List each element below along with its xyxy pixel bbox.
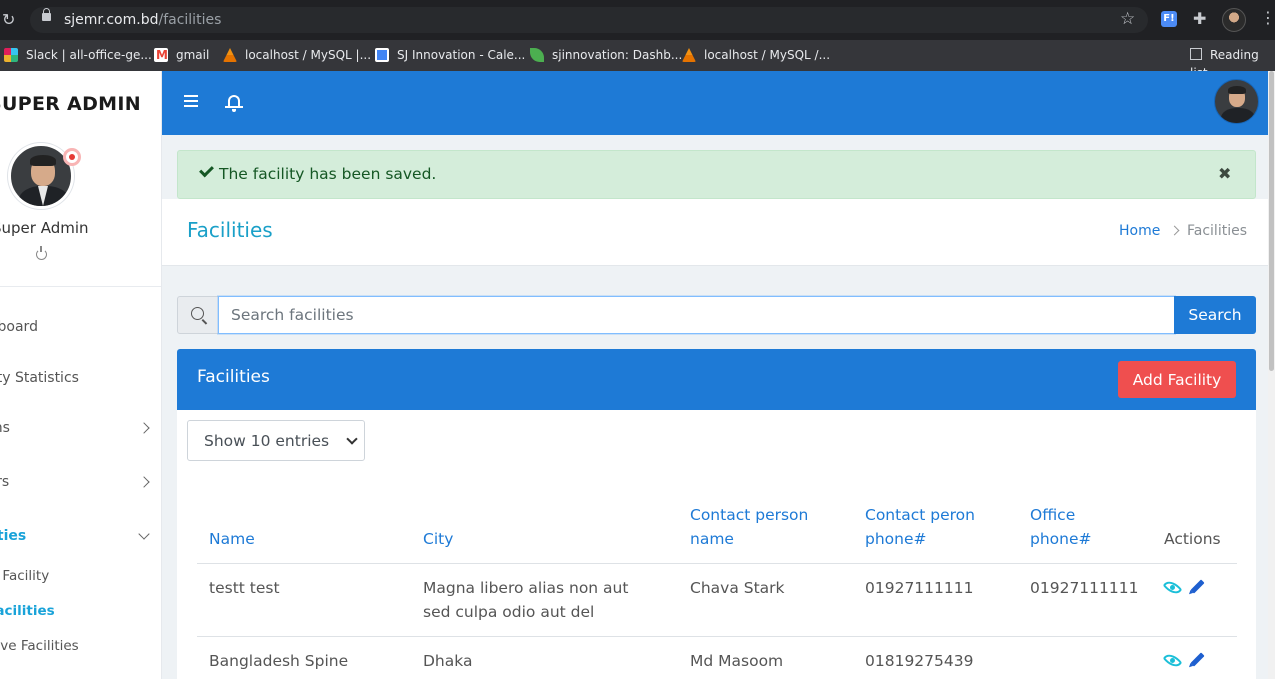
- bookmark-mysql-2[interactable]: localhost / MySQL /...: [682, 46, 830, 64]
- reading-list-icon: [1190, 48, 1202, 60]
- calendar-icon: [375, 48, 389, 62]
- success-alert: The facility has been saved. ✖: [177, 150, 1256, 199]
- reload-icon[interactable]: ↻: [2, 10, 15, 30]
- page-header: Facilities Home Facilities: [162, 199, 1275, 266]
- search-input[interactable]: [218, 296, 1175, 334]
- breadcrumb-separator-icon: [1169, 225, 1180, 236]
- sidebar-user-name: Super Admin: [0, 219, 89, 237]
- cell-contact-person: Md Masoom: [690, 652, 784, 670]
- phpmyadmin-icon: [682, 48, 696, 62]
- extension-icon[interactable]: F!: [1161, 11, 1177, 27]
- cell-office-phone: 01927111111: [1030, 579, 1139, 597]
- bookmark-gmail[interactable]: gmail: [154, 46, 209, 64]
- chevron-right-icon: [138, 422, 150, 434]
- alert-message: The facility has been saved.: [219, 165, 437, 183]
- facilities-card-header: Facilities Add Facility: [177, 349, 1256, 410]
- chevron-down-icon: [138, 528, 150, 540]
- sidebar-item-facilities[interactable]: Facilities: [0, 528, 26, 544]
- cell-contact-phone: 01927111111: [865, 579, 974, 597]
- column-header-office-phone[interactable]: Office phone#: [1030, 503, 1092, 551]
- column-header-contact-phone[interactable]: Contact peron phone#: [865, 503, 975, 551]
- leaf-icon: [530, 48, 544, 62]
- url-text[interactable]: sjemr.com.bd/facilities: [64, 11, 221, 29]
- bookmark-mysql-1[interactable]: localhost / MySQL |...: [223, 46, 371, 64]
- power-icon[interactable]: [36, 246, 47, 260]
- lock-icon[interactable]: [42, 8, 51, 21]
- cell-city: Dhaka: [423, 652, 473, 670]
- status-dot-icon: [63, 148, 81, 166]
- top-navbar: [162, 71, 1275, 135]
- sidebar: SUPER ADMIN Super Admin Dashboard Facili…: [0, 71, 162, 679]
- chevron-right-icon: [138, 476, 150, 488]
- gmail-icon: [154, 46, 168, 64]
- bookmark-sjinnovation[interactable]: sjinnovation: Dashb...: [530, 46, 682, 64]
- cell-contact-phone: 01819275439: [865, 652, 974, 670]
- table-header-divider: [197, 563, 1237, 564]
- page-title: Facilities: [187, 218, 273, 242]
- header-user-avatar[interactable]: [1214, 79, 1259, 124]
- sidebar-item-doctors[interactable]: Doctors: [0, 474, 9, 490]
- sidebar-subitem-inactive-facilities[interactable]: Inactive Facilities: [0, 638, 79, 654]
- sidebar-divider: [0, 286, 161, 287]
- column-header-city[interactable]: City: [423, 527, 453, 551]
- browser-toolbar: ↻ sjemr.com.bd/facilities ☆ F! ✚ ⋮: [0, 0, 1275, 40]
- check-icon: [199, 162, 214, 178]
- scrollbar-thumb[interactable]: [1269, 71, 1274, 371]
- sidebar-item-admins[interactable]: Admins: [0, 420, 10, 436]
- sidebar-subitem-add-facility[interactable]: Add Facility: [0, 568, 49, 584]
- column-header-name[interactable]: Name: [209, 527, 255, 551]
- column-header-contact-person[interactable]: Contact person name: [690, 503, 808, 551]
- bookmark-slack[interactable]: Slack | all-office-ge...: [4, 46, 152, 64]
- breadcrumb-current: Facilities: [1187, 223, 1247, 239]
- search-prefix: [177, 296, 219, 334]
- extensions-puzzle-icon[interactable]: ✚: [1193, 9, 1206, 28]
- slack-icon: [4, 48, 18, 62]
- sidebar-item-facility-statistics[interactable]: Facility Statistics: [0, 370, 79, 386]
- breadcrumb-home-link[interactable]: Home: [1119, 223, 1160, 239]
- cell-city: Magna libero alias non aut sed culpa odio…: [423, 579, 629, 621]
- search-icon: [191, 307, 204, 320]
- bookmark-star-icon[interactable]: ☆: [1120, 9, 1135, 29]
- card-title: Facilities: [197, 367, 270, 387]
- browser-menu-icon[interactable]: ⋮: [1260, 8, 1275, 27]
- cell-name: testt test: [209, 579, 280, 597]
- table-row-divider: [197, 636, 1237, 637]
- hamburger-menu-icon[interactable]: [184, 95, 198, 107]
- sidebar-subitem-facilities[interactable]: Facilities: [0, 603, 55, 619]
- entries-select-value: Show 10 entries: [204, 432, 330, 450]
- entries-per-page-select[interactable]: Show 10 entries: [187, 420, 365, 461]
- cell-contact-person: Chava Stark: [690, 579, 785, 597]
- phpmyadmin-icon: [223, 48, 237, 62]
- chevron-down-icon: [346, 433, 358, 445]
- column-header-actions: Actions: [1164, 530, 1221, 548]
- search-button[interactable]: Search: [1174, 296, 1256, 334]
- bookmark-calendar[interactable]: SJ Innovation - Cale...: [375, 46, 525, 64]
- browser-profile-avatar[interactable]: [1222, 8, 1246, 32]
- notification-bell-icon[interactable]: [225, 93, 243, 112]
- sidebar-item-dashboard[interactable]: Dashboard: [0, 319, 38, 335]
- bookmarks-bar: Slack | all-office-ge... gmail localhost…: [0, 40, 1275, 80]
- brand-title: SUPER ADMIN: [0, 93, 141, 115]
- close-icon[interactable]: ✖: [1218, 165, 1231, 183]
- cell-name: Bangladesh Spine: [209, 652, 349, 670]
- add-facility-button[interactable]: Add Facility: [1118, 361, 1236, 398]
